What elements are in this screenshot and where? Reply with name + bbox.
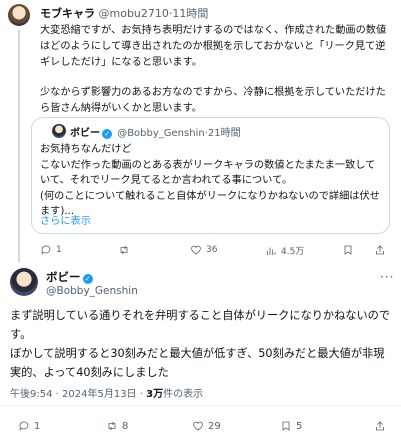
display-name[interactable]: ボビー <box>46 270 81 284</box>
views-count: 3万 <box>146 389 164 400</box>
retweet-icon <box>108 421 116 431</box>
quote-text: お気持ちなんだけど こないだ作った動画のとある表がリークキャラの数値とたまたま一… <box>40 144 380 217</box>
like-count: 36 <box>206 245 218 255</box>
retweet-icon <box>120 245 128 255</box>
more-options-icon[interactable]: ··· <box>380 270 394 284</box>
post-date[interactable]: 2024年5月13日 <box>62 389 137 400</box>
quote-header: ボビー ✓ @Bobby_Genshin·21時間 <box>70 124 241 139</box>
bookmark-button[interactable]: 5 <box>280 420 302 432</box>
comment-icon <box>19 421 29 431</box>
retweet-button[interactable]: 8 <box>106 420 128 432</box>
like-button[interactable]: 29 <box>192 420 221 432</box>
views-button[interactable]: 4.5万 <box>265 244 304 257</box>
reply-count: 1 <box>34 420 41 432</box>
retweet-button[interactable] <box>118 244 134 256</box>
views-count: 4.5万 <box>281 247 305 257</box>
quote-avatar <box>52 124 66 138</box>
quote-handle: @Bobby_Genshin <box>117 128 205 139</box>
post-text: まず説明している通りそれを弁明すること自体がリークになりかねないのです。 ぼかし… <box>10 309 391 379</box>
reply-button[interactable]: 1 <box>18 420 40 432</box>
thread-line <box>18 30 20 262</box>
bookmark-button[interactable] <box>342 244 354 256</box>
heart-icon <box>193 421 203 431</box>
share-button[interactable] <box>374 244 386 256</box>
handle[interactable]: @mobu2710 <box>99 7 169 20</box>
like-button[interactable]: 36 <box>190 244 217 256</box>
timestamp[interactable]: 11時間 <box>172 7 208 20</box>
avatar[interactable] <box>8 4 30 26</box>
views-chart-icon <box>267 247 276 255</box>
views-label: 件の表示 <box>163 389 204 400</box>
post-meta: 午後9:54 · 2024年5月13日 · 3万件の表示 <box>10 389 204 400</box>
share-icon <box>376 245 384 255</box>
avatar[interactable] <box>10 268 38 296</box>
post-time[interactable]: 午後9:54 <box>10 389 52 400</box>
display-name[interactable]: モブキャラ <box>40 7 95 20</box>
reply-paragraph: 少なからず影響力のあるお方なのですから、冷静に根拠を示していただけたら皆さん納得… <box>40 87 386 114</box>
bookmark-icon <box>344 245 352 255</box>
verified-icon: ✓ <box>82 274 93 284</box>
bookmark-icon <box>282 421 290 431</box>
reply-text: 大変恐縮ですが、お気持ち表明だけするのではなく、作成された動画の数値はどのように… <box>40 23 392 117</box>
reply-header: モブキャラ @mobu2710·11時間 <box>40 5 208 21</box>
reply-count: 1 <box>56 245 62 255</box>
handle[interactable]: @Bobby_Genshin <box>46 285 138 297</box>
heart-icon <box>191 245 201 255</box>
quote-display-name: ボビー <box>70 128 100 139</box>
verified-icon: ✓ <box>102 129 112 139</box>
post-author: ボビー ✓ <box>46 269 95 285</box>
show-more-link[interactable]: さらに表示 <box>40 212 91 227</box>
bookmark-count: 5 <box>296 420 303 432</box>
share-icon <box>376 421 384 431</box>
comment-icon <box>41 245 51 255</box>
like-count: 29 <box>208 420 221 432</box>
divider <box>0 405 401 406</box>
share-button[interactable] <box>374 420 386 432</box>
reply-button[interactable]: 1 <box>40 244 62 256</box>
quote-timestamp: 21時間 <box>207 128 241 139</box>
retweet-count: 8 <box>122 420 129 432</box>
reply-paragraph: 大変恐縮ですが、お気持ち表明だけするのではなく、作成された動画の数値はどのように… <box>40 25 387 68</box>
